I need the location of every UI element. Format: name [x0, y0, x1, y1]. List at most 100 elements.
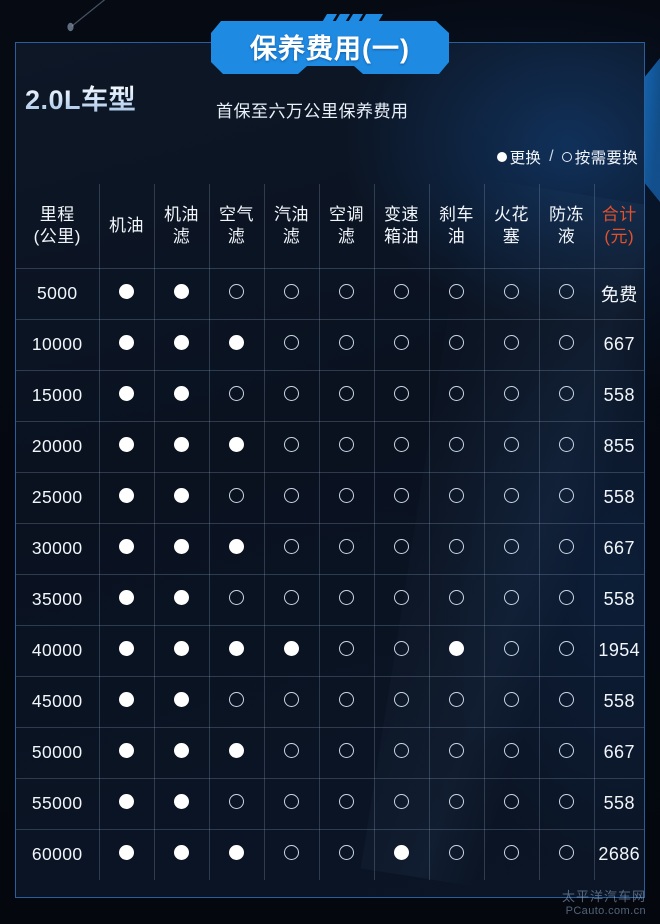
service-cell	[99, 778, 155, 830]
service-cell	[209, 421, 265, 473]
service-cell	[209, 778, 265, 830]
table-row: 5000 免费	[16, 268, 644, 320]
solid-dot-icon	[174, 742, 189, 758]
hollow-dot-icon	[284, 487, 299, 503]
total-cost-cell: 855	[594, 421, 644, 473]
column-header-4: 汽油滤	[264, 184, 320, 269]
hollow-dot-icon	[449, 691, 464, 707]
hollow-dot-icon	[229, 691, 244, 707]
hollow-dot-icon	[394, 334, 409, 350]
table-row: 45000 558	[16, 676, 644, 728]
solid-dot-icon	[229, 844, 244, 860]
column-header-2: 机油滤	[154, 184, 210, 269]
service-cell	[319, 625, 375, 677]
hollow-dot-icon	[504, 334, 519, 350]
solid-dot-icon	[174, 844, 189, 860]
hollow-dot-icon	[284, 283, 299, 299]
hollow-dot-icon	[449, 436, 464, 452]
service-cell	[374, 319, 430, 371]
hollow-dot-icon	[504, 385, 519, 401]
mileage-cell: 20000	[16, 421, 100, 473]
column-header-line: 机油	[164, 205, 199, 224]
infographic-root: 2.0L车型 首保至六万公里保养费用 更换 / 按需要换 保养费用(一) 里程 (…	[0, 0, 660, 924]
service-cell	[264, 829, 320, 880]
column-header-line: 塞	[502, 226, 521, 246]
table-body: 5000 免费 10000 667 15000 558 20000 855 25000 558 30…	[16, 268, 644, 880]
total-cost-cell: 667	[594, 523, 644, 575]
service-cell	[319, 574, 375, 626]
table-header-row: 里程 (公里) 机油 机油滤空气滤汽油滤空调滤变速 箱油 刹车油火花塞防冻液合计 (元)	[16, 184, 644, 269]
service-cell	[484, 625, 540, 677]
total-cost-cell: 558	[594, 676, 644, 728]
column-header-line: 滤	[172, 226, 191, 246]
total-cost-cell: 2686	[598, 844, 641, 865]
hollow-dot-icon	[284, 334, 299, 350]
hollow-dot-icon	[394, 589, 409, 605]
hollow-dot-icon	[339, 487, 354, 503]
service-cell	[374, 574, 430, 626]
hollow-dot-icon	[559, 385, 574, 401]
service-cell	[319, 421, 375, 473]
service-cell	[484, 268, 540, 320]
solid-dot-icon	[119, 589, 134, 605]
hollow-dot-icon	[339, 742, 354, 758]
service-cell	[99, 727, 155, 779]
column-header-line: 滤	[282, 226, 301, 246]
column-header-5: 空调滤	[319, 184, 375, 269]
service-cell	[429, 370, 485, 422]
hollow-dot-icon	[559, 844, 574, 860]
solid-dot-icon	[229, 334, 244, 350]
solid-dot-icon	[174, 487, 189, 503]
service-cell	[319, 829, 375, 880]
service-cell	[99, 319, 155, 371]
hollow-dot-icon	[504, 691, 519, 707]
service-cell	[484, 778, 540, 830]
service-cell	[99, 523, 155, 575]
hollow-dot-icon	[339, 538, 354, 554]
service-cell	[154, 676, 210, 728]
solid-dot-icon	[119, 385, 134, 401]
mileage-cell: 55000	[16, 778, 100, 830]
service-cell	[154, 319, 210, 371]
hollow-dot-icon	[284, 385, 299, 401]
legend-as-needed-label: 按需要换	[574, 150, 638, 167]
hollow-dot-icon	[284, 742, 299, 758]
mileage-cell: 25000	[16, 472, 100, 524]
service-cell	[374, 370, 430, 422]
hollow-dot-icon	[284, 589, 299, 605]
service-cell	[484, 829, 540, 880]
solid-dot-icon	[119, 283, 134, 299]
solid-dot-icon	[284, 640, 299, 656]
service-cell	[484, 319, 540, 371]
column-header-7: 刹车油	[429, 184, 485, 269]
service-cell	[154, 421, 210, 473]
total-cost-cell: 558	[594, 778, 644, 830]
hollow-dot-icon	[339, 640, 354, 656]
hollow-dot-icon	[229, 283, 244, 299]
section-banner: 保养费用(一)	[211, 14, 449, 74]
mileage-cell: 50000	[16, 727, 100, 779]
hollow-dot-icon	[284, 793, 299, 809]
solid-dot-icon	[119, 487, 134, 503]
column-header-line: 箱油	[384, 226, 419, 246]
service-cell	[319, 523, 375, 575]
service-cell	[539, 829, 595, 880]
legend-hollow-dot-icon	[561, 152, 572, 162]
legend-replace-label: 更换	[509, 150, 542, 167]
legend-solid-dot-icon	[496, 152, 507, 162]
service-cell	[429, 778, 485, 830]
hollow-dot-icon	[394, 640, 409, 656]
hollow-dot-icon	[504, 640, 519, 656]
banner-title: 保养费用(一)	[250, 34, 410, 64]
service-cell	[374, 676, 430, 728]
hollow-dot-icon	[504, 742, 519, 758]
service-cell	[154, 778, 210, 830]
service-cell	[209, 472, 265, 524]
column-header-line: 合计	[601, 205, 637, 224]
service-cell	[429, 727, 485, 779]
service-cell	[264, 625, 320, 677]
column-header-line: 变速	[384, 205, 419, 224]
service-cell	[319, 727, 375, 779]
service-cell	[484, 421, 540, 473]
table-row: 10000 667	[16, 319, 644, 371]
